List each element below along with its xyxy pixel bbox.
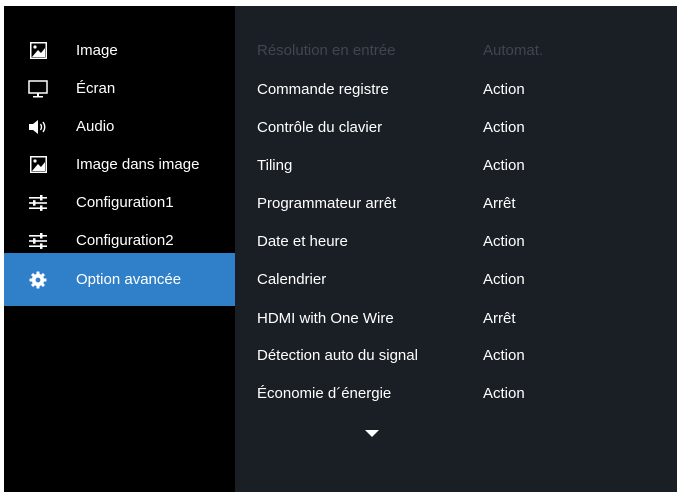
- menu-row-value: Action: [483, 232, 525, 250]
- menu-row-value: Action: [483, 156, 525, 174]
- menu-row-value: Action: [483, 270, 525, 288]
- menu-row-value: Arrêt: [483, 194, 516, 212]
- menu-row-value: Action: [483, 346, 525, 364]
- sidebar-item-label: Configuration2: [76, 232, 174, 249]
- sidebar-item-label: Image: [76, 42, 118, 59]
- menu-row-calendrier[interactable]: Calendrier Action: [235, 260, 677, 298]
- menu-row-detection-auto-du-signal[interactable]: Détection auto du signal Action: [235, 336, 677, 374]
- menu-row-programmateur-arret[interactable]: Programmateur arrêt Arrêt: [235, 184, 677, 222]
- picture-icon: [28, 41, 48, 61]
- menu-row-value: Action: [483, 80, 525, 98]
- sidebar-item-option-avancee[interactable]: Option avancée: [4, 253, 235, 306]
- menu-row-label: Contrôle du clavier: [257, 118, 383, 136]
- menu-row-label: Résolution en entrée: [257, 41, 396, 59]
- chevron-down-icon[interactable]: [362, 426, 382, 438]
- sliders-icon: [28, 231, 48, 251]
- monitor-icon: [28, 79, 48, 99]
- sidebar-item-configuration1[interactable]: Configuration1: [4, 184, 235, 221]
- submenu-panel: Résolution en entrée Automat. Commande r…: [235, 6, 677, 492]
- menu-row-label: HDMI with One Wire: [257, 309, 394, 327]
- menu-row-value: Action: [483, 384, 525, 402]
- sidebar-item-label: Écran: [76, 80, 116, 97]
- sidebar-item-audio[interactable]: Audio: [4, 108, 235, 145]
- menu-row-label: Commande registre: [257, 80, 389, 98]
- menu-row-resolution-en-entree: Résolution en entrée Automat.: [235, 31, 677, 69]
- menu-row-economie-d-energie[interactable]: Économie d´énergie Action: [235, 374, 677, 412]
- menu-row-date-et-heure[interactable]: Date et heure Action: [235, 222, 677, 260]
- menu-row-value: Action: [483, 118, 525, 136]
- menu-row-label: Date et heure: [257, 232, 348, 250]
- sidebar-item-label: Option avancée: [76, 271, 182, 288]
- picture-icon: [28, 155, 48, 175]
- sidebar-item-label: Audio: [76, 118, 115, 135]
- sidebar-item-ecran[interactable]: Écran: [4, 70, 235, 107]
- menu-row-label: Programmateur arrêt: [257, 194, 397, 212]
- menu-row-label: Calendrier: [257, 270, 327, 288]
- gear-icon: [28, 270, 48, 290]
- sliders-icon: [28, 193, 48, 213]
- sidebar-item-label: Configuration1: [76, 194, 174, 211]
- menu-row-label: Tiling: [257, 156, 293, 174]
- menu-row-label: Économie d´énergie: [257, 384, 392, 402]
- menu-row-value: Arrêt: [483, 309, 516, 327]
- speaker-icon: [28, 117, 48, 137]
- menu-row-tiling[interactable]: Tiling Action: [235, 146, 677, 184]
- sidebar-item-image-dans-image[interactable]: Image dans image: [4, 146, 235, 183]
- menu-row-value: Automat.: [483, 41, 544, 59]
- menu-row-hdmi-with-one-wire[interactable]: HDMI with One Wire Arrêt: [235, 299, 677, 337]
- menu-row-commande-registre[interactable]: Commande registre Action: [235, 70, 677, 108]
- menu-row-label: Détection auto du signal: [257, 346, 418, 364]
- sidebar-item-label: Image dans image: [76, 156, 200, 173]
- sidebar-item-image[interactable]: Image: [4, 32, 235, 69]
- menu-row-controle-du-clavier[interactable]: Contrôle du clavier Action: [235, 108, 677, 146]
- sidebar: Image Écran Audio Image dans image Confi…: [4, 6, 235, 492]
- osd-menu: Image Écran Audio Image dans image Confi…: [4, 6, 677, 492]
